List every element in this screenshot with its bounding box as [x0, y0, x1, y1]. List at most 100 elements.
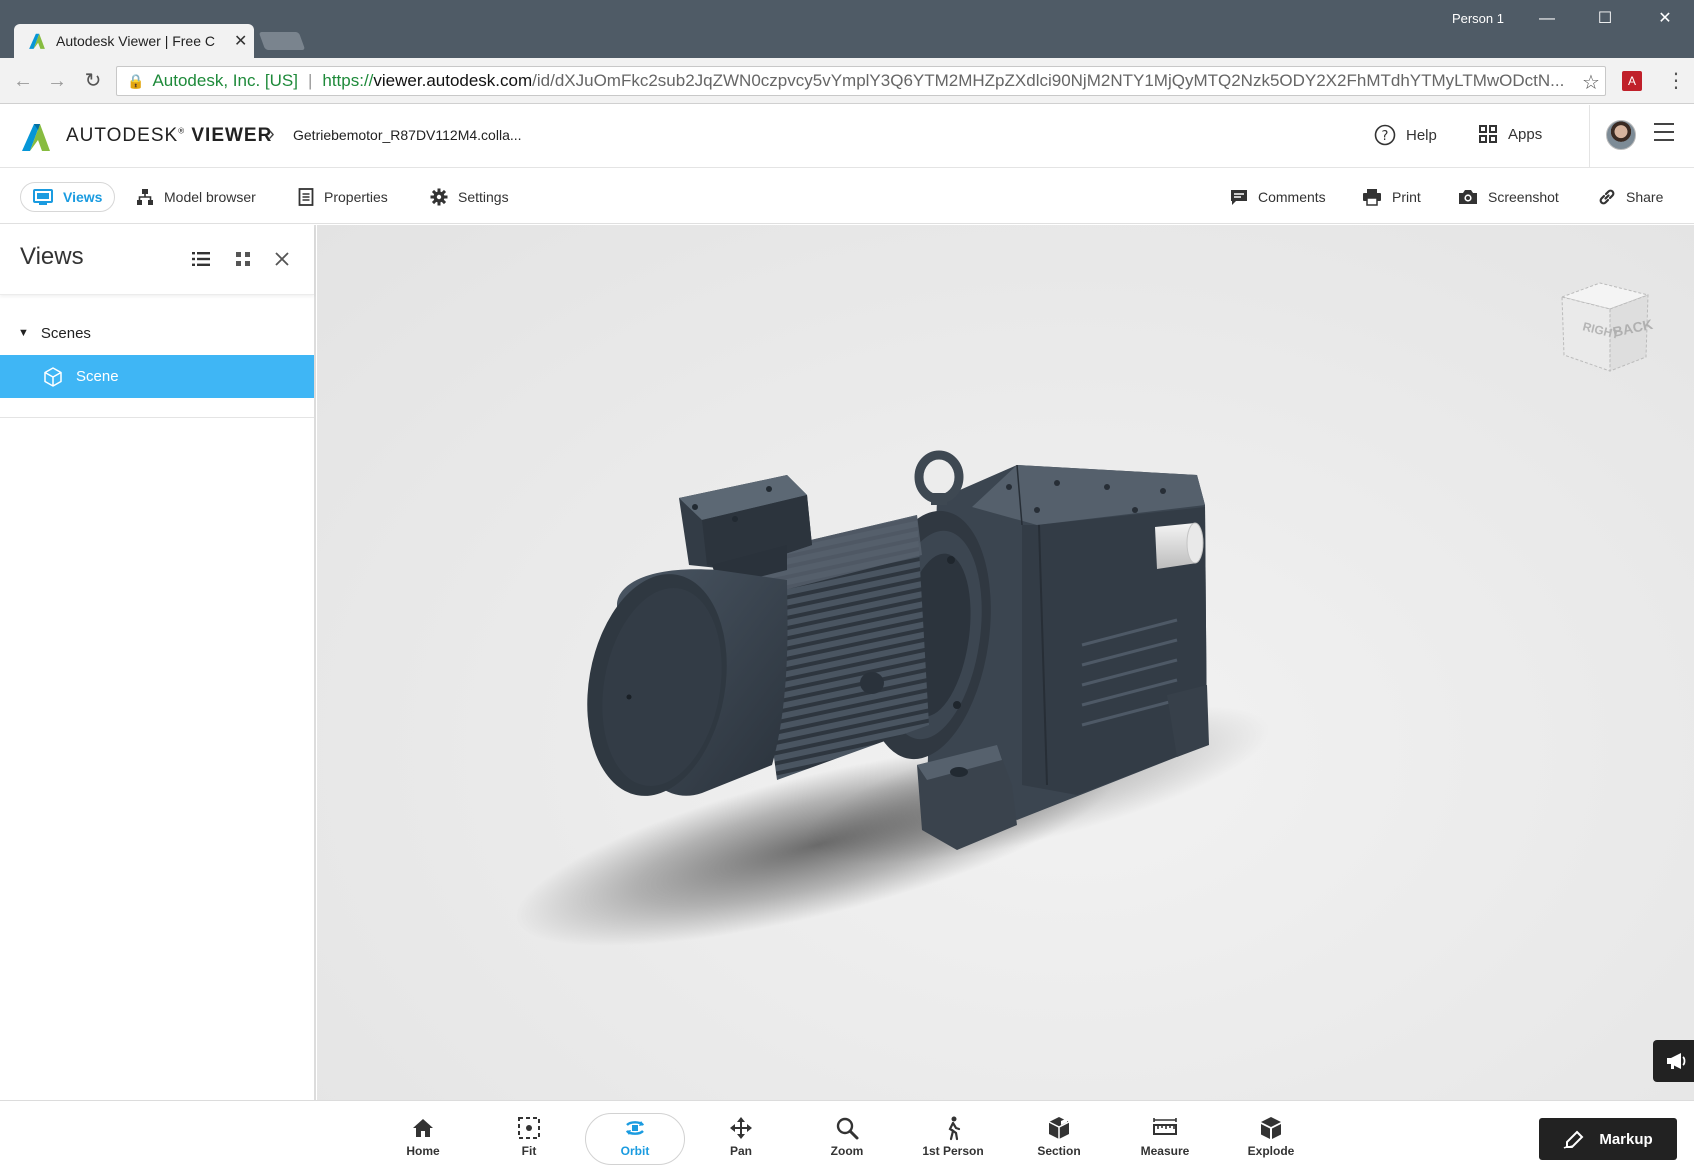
panel-title: Views [20, 243, 84, 270]
back-arrow-icon[interactable]: ← [10, 68, 36, 94]
brand-name: AUTODESK® VIEWER [66, 125, 272, 147]
tab-close-icon[interactable]: ✕ [234, 31, 247, 51]
close-icon[interactable] [272, 249, 292, 269]
help-label: Help [1406, 126, 1437, 144]
hamburger-menu-icon[interactable] [1654, 123, 1674, 141]
section-label: Section [1037, 1144, 1081, 1158]
browser-titlebar: Autodesk Viewer | Free C ✕ Person 1 — ☐ … [0, 0, 1694, 58]
tab-views-label: Views [63, 189, 103, 205]
markup-label: Markup [1599, 1130, 1653, 1148]
announcement-button[interactable] [1653, 1040, 1694, 1082]
browser-tab-title: Autodesk Viewer | Free C [56, 33, 216, 49]
grid-view-icon[interactable] [233, 249, 253, 269]
model-viewport[interactable]: RIGHT BACK [317, 225, 1694, 1100]
orbit-icon [626, 1121, 644, 1135]
monitor-icon [33, 188, 53, 206]
browser-menu-icon[interactable]: ⋮ [1666, 68, 1686, 93]
file-name[interactable]: Getriebemotor_R87DV112M4.colla... [293, 127, 522, 143]
cube-icon [42, 366, 64, 388]
site-identity: Autodesk, Inc. [US] [152, 71, 298, 90]
tab-properties-label: Properties [324, 189, 388, 205]
brand-autodesk: AUTODESK [66, 125, 179, 146]
brand-viewer: VIEWER [191, 125, 273, 146]
panel-divider [0, 417, 314, 418]
hierarchy-icon [136, 188, 154, 206]
zoom-label: Zoom [830, 1144, 864, 1158]
explode-label: Explode [1247, 1144, 1295, 1158]
help-icon: ? [1374, 124, 1396, 146]
list-view-icon[interactable] [191, 249, 211, 269]
scenes-group-header[interactable]: ▼ Scenes [0, 320, 314, 346]
view-cube[interactable]: RIGHT BACK [1552, 275, 1662, 385]
screenshot-label: Screenshot [1488, 189, 1559, 205]
browser-tab-active[interactable]: Autodesk Viewer | Free C ✕ [14, 24, 254, 58]
svg-text:?: ? [1382, 129, 1389, 144]
apps-grid-icon [1478, 124, 1498, 144]
bookmark-star-icon[interactable]: ☆ [1582, 70, 1600, 95]
list-item[interactable]: Scene [0, 355, 314, 398]
url-path: /id/dXJuOmFkc2sub2JqZWN0czpvcy5vYmplY3Q6… [532, 71, 1565, 90]
autodesk-logo-icon[interactable] [20, 122, 52, 152]
lock-icon: 🔒 [127, 72, 145, 89]
ruler-icon [1153, 1118, 1177, 1135]
new-tab-button[interactable] [258, 32, 306, 50]
pen-icon [1563, 1129, 1587, 1149]
screenshot-button[interactable]: Screenshot [1458, 182, 1559, 212]
minimize-icon[interactable]: — [1532, 6, 1562, 32]
reload-icon[interactable]: ↻ [80, 68, 106, 94]
comments-button[interactable]: Comments [1230, 182, 1326, 212]
camera-icon [1458, 188, 1478, 206]
printer-icon [1362, 188, 1382, 206]
pan-label: Pan [729, 1144, 752, 1158]
address-bar[interactable]: 🔒 Autodesk, Inc. [US] | https://viewer.a… [116, 66, 1606, 96]
tab-properties[interactable]: Properties [298, 182, 388, 212]
tab-model-browser-label: Model browser [164, 189, 256, 205]
breadcrumb-chevron-icon: › [268, 123, 275, 145]
tab-settings-label: Settings [458, 189, 509, 205]
home-button[interactable]: Home [383, 1115, 463, 1158]
tab-views[interactable]: Views [20, 182, 116, 212]
window-close-icon[interactable]: ✕ [1650, 6, 1680, 32]
caret-down-icon[interactable]: ▼ [18, 327, 29, 339]
first-person-button[interactable]: 1st Person [913, 1115, 993, 1158]
brand-registered-mark: ® [178, 126, 186, 136]
help-button[interactable]: ? Help [1374, 124, 1437, 146]
comment-icon [1230, 188, 1248, 206]
browser-profile-name[interactable]: Person 1 [1452, 11, 1504, 26]
measure-button[interactable]: Measure [1125, 1115, 1205, 1158]
pan-button[interactable]: Pan [701, 1115, 781, 1158]
section-button[interactable]: Section [1019, 1115, 1099, 1158]
avatar[interactable] [1606, 120, 1636, 150]
explode-button[interactable]: Explode [1231, 1115, 1311, 1158]
fit-frame-icon [518, 1117, 540, 1139]
browser-toolbar: ← → ↻ 🔒 Autodesk, Inc. [US] | https://vi… [0, 58, 1694, 104]
url-scheme: https:// [322, 71, 374, 90]
address-separator: | [307, 71, 313, 90]
apps-button[interactable]: Apps [1478, 124, 1542, 144]
viewer-toolbar: Views Model browser Properties Settings … [0, 169, 1694, 224]
share-button[interactable]: Share [1598, 182, 1663, 212]
magnifier-icon [836, 1117, 859, 1140]
zoom-button[interactable]: Zoom [807, 1115, 887, 1158]
print-button[interactable]: Print [1362, 182, 1421, 212]
forward-arrow-icon[interactable]: → [44, 68, 70, 94]
link-icon [1598, 188, 1616, 206]
fit-button[interactable]: Fit [489, 1115, 569, 1158]
markup-button[interactable]: Markup [1539, 1118, 1677, 1160]
comments-label: Comments [1258, 189, 1326, 205]
walking-person-icon [948, 1116, 961, 1141]
pdf-extension-icon[interactable]: A [1622, 71, 1642, 91]
fit-label: Fit [521, 1144, 537, 1158]
orbit-button[interactable]: Orbit [595, 1115, 675, 1158]
section-box-icon [1048, 1117, 1070, 1139]
explode-cube-icon [1261, 1117, 1281, 1139]
header-divider [1589, 105, 1590, 168]
url-host: viewer.autodesk.com [373, 71, 533, 90]
gearmotor-model[interactable] [317, 225, 1694, 1100]
share-label: Share [1626, 189, 1664, 205]
tab-settings[interactable]: Settings [430, 182, 509, 212]
maximize-icon[interactable]: ☐ [1590, 6, 1620, 32]
navigation-toolbar: Home Fit Orbit Pan Zoom 1st Person Secti… [0, 1100, 1694, 1175]
tab-model-browser[interactable]: Model browser [136, 182, 256, 212]
home-label: Home [406, 1144, 440, 1158]
